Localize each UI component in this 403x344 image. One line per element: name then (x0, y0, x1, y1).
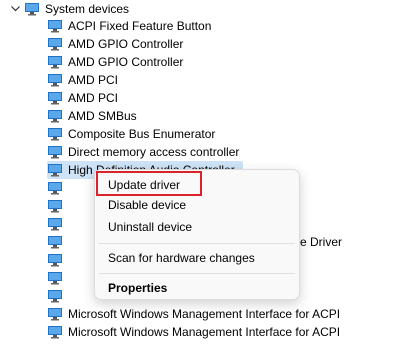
device-label: Composite Bus Enumerator (68, 127, 216, 141)
menu-item-uninstall-device[interactable]: Uninstall device (99, 216, 295, 238)
monitor-icon (48, 164, 62, 177)
device-row[interactable]: ACPI Fixed Feature Button (47, 17, 211, 35)
device-row[interactable] (47, 251, 68, 269)
device-row[interactable] (47, 215, 68, 233)
monitor-icon (48, 272, 62, 285)
device-label: Microsoft Windows Management Interface f… (68, 325, 341, 339)
menu-item-properties[interactable]: Properties (99, 277, 295, 299)
device-row[interactable] (47, 287, 68, 305)
device-row[interactable]: Microsoft Windows Management Interface f… (47, 305, 340, 323)
device-row[interactable]: Microsoft Windows Management Interface f… (47, 323, 340, 341)
device-label: AMD GPIO Controller (68, 55, 184, 69)
monitor-icon (48, 236, 62, 249)
device-row[interactable] (47, 197, 68, 215)
device-row[interactable] (47, 269, 68, 287)
monitor-icon (48, 74, 62, 87)
menu-item-scan-hardware[interactable]: Scan for hardware changes (99, 247, 295, 269)
device-row[interactable]: AMD SMBus (47, 107, 137, 125)
device-label: AMD GPIO Controller (68, 37, 184, 51)
menu-item-label: Properties (108, 281, 168, 295)
computer-monitor-icon (25, 3, 39, 16)
menu-item-label: Update driver (108, 178, 181, 192)
device-row[interactable]: Direct memory access controller (47, 143, 239, 161)
menu-item-update-driver[interactable]: Update driver (99, 174, 295, 196)
device-row[interactable]: Composite Bus Enumerator (47, 125, 215, 143)
monitor-icon (48, 308, 62, 321)
menu-item-label: Disable device (108, 198, 187, 212)
device-label: AMD PCI (68, 91, 119, 105)
monitor-icon (48, 146, 62, 159)
device-label: Direct memory access controller (68, 145, 240, 159)
category-system-devices[interactable]: System devices (10, 0, 129, 18)
device-row[interactable]: AMD GPIO Controller (47, 35, 183, 53)
menu-separator (99, 273, 295, 274)
menu-item-disable-device[interactable]: Disable device (99, 194, 295, 216)
menu-separator (99, 243, 295, 244)
monitor-icon (48, 290, 62, 303)
device-label-fragment: e Driver (300, 235, 343, 249)
monitor-icon (48, 218, 62, 231)
monitor-icon (48, 110, 62, 123)
monitor-icon (48, 38, 62, 51)
monitor-icon (48, 254, 62, 267)
device-row[interactable]: AMD GPIO Controller (47, 53, 183, 71)
category-label: System devices (45, 2, 130, 16)
monitor-icon (48, 92, 62, 105)
chevron-down-icon[interactable] (10, 0, 20, 18)
monitor-icon (48, 128, 62, 141)
device-label: AMD PCI (68, 73, 119, 87)
menu-item-label: Scan for hardware changes (108, 251, 255, 265)
device-row[interactable]: AMD PCI (47, 89, 118, 107)
monitor-icon (48, 20, 62, 33)
monitor-icon (48, 200, 62, 213)
context-menu: Update driver Disable device Uninstall d… (94, 169, 300, 300)
device-row[interactable] (47, 233, 68, 251)
device-label: AMD SMBus (68, 109, 137, 123)
monitor-icon (48, 326, 62, 339)
device-label: Microsoft Windows Management Interface f… (68, 307, 341, 321)
device-label: ACPI Fixed Feature Button (68, 19, 212, 33)
monitor-icon (48, 182, 62, 195)
menu-item-label: Uninstall device (108, 220, 193, 234)
device-row[interactable] (47, 179, 68, 197)
device-row[interactable]: AMD PCI (47, 71, 118, 89)
monitor-icon (48, 56, 62, 69)
